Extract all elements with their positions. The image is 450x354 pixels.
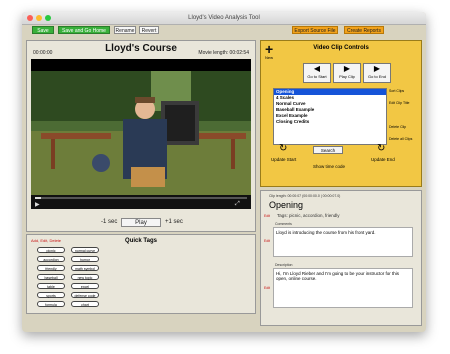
video-clip-controls-panel: + New Video Clip Controls ◀ Go to Start … [260, 40, 422, 187]
export-source-file-button[interactable]: Export Source File [292, 26, 338, 34]
video-panel: Lloyd's Course 00:00:00 Movie length: 00… [26, 40, 256, 232]
description-field[interactable]: Hi, I'm Lloyd Rieber and I'm going to be… [273, 268, 413, 308]
arrow-right-icon: ▶ [373, 64, 381, 73]
show-time-code-toggle[interactable]: Show time code [313, 164, 345, 169]
clip-list[interactable]: Opening 4 Scales Normal Curve Baseball E… [273, 88, 387, 145]
toolbar: Save Save and Go Home Rename Revert Expo… [26, 26, 422, 36]
edit-description-link[interactable]: Edit [264, 286, 270, 290]
quick-tag-button[interactable]: chart [71, 301, 99, 307]
title-bar: Lloyd's Video Analysis Tool [22, 12, 426, 25]
play-clip-label: Play Clip [339, 74, 355, 79]
clip-tags: Tags: picnic, accordion, friendly [277, 213, 340, 218]
video-timestamp: 00:00:00 [33, 50, 53, 56]
quick-tag-button[interactable]: normal curve [71, 247, 99, 253]
video-frame [31, 71, 251, 195]
movie-length: Movie length: 00:02:54 [198, 50, 249, 56]
delete-all-clips-button[interactable]: Delete all Clips [389, 137, 412, 141]
revert-button[interactable]: Revert [139, 26, 159, 34]
arrow-left-icon: ◀ [313, 64, 321, 73]
play-clip-icon: ▶ [343, 64, 351, 73]
go-to-end-label: Go to End [367, 74, 386, 79]
description-label: Description [275, 263, 293, 267]
video-controls: ▶ ⤢ [31, 195, 251, 209]
update-start-icon[interactable]: ↻ [279, 143, 287, 154]
edit-clip-title-button[interactable]: Edit Clip Title [389, 101, 409, 105]
quick-tag-button[interactable]: excel [71, 283, 99, 289]
save-and-go-home-button[interactable]: Save and Go Home [58, 26, 110, 34]
clip-title: Opening [269, 200, 304, 210]
clip-length: Clip length: 00:00:07 (00:00:00.0 | 00:0… [269, 194, 341, 198]
update-start-button[interactable]: Update Start [271, 157, 296, 162]
go-to-start-button[interactable]: ◀ Go to Start [303, 63, 331, 83]
close-window-button[interactable] [27, 15, 33, 21]
quick-tag-button[interactable]: table [37, 283, 65, 289]
comments-label: Comments [275, 222, 292, 226]
edit-comments-link[interactable]: Edit [264, 239, 270, 243]
rename-button[interactable]: Rename [114, 26, 136, 34]
quick-tags-header: Quick Tags [125, 238, 157, 244]
clip-list-item[interactable]: Closing Credits [274, 119, 386, 125]
quick-tag-button[interactable]: baseball [37, 274, 65, 280]
edit-tags-link[interactable]: Edit [264, 214, 270, 218]
quick-tag-button[interactable]: friendly [37, 265, 65, 271]
minimize-window-button[interactable] [36, 15, 42, 21]
window-title: Lloyd's Video Analysis Tool [188, 15, 260, 21]
app-window: Lloyd's Video Analysis Tool Save Save an… [22, 12, 426, 332]
new-clip-label: New [265, 55, 274, 60]
plus-one-second-button[interactable]: +1 sec [165, 219, 183, 225]
search-button[interactable]: Search [313, 146, 343, 154]
quick-tag-button[interactable]: math symbol [71, 265, 99, 271]
quick-tag-button[interactable]: formula [37, 301, 65, 307]
quick-tag-button[interactable]: picnic [37, 247, 65, 253]
quick-tag-button[interactable]: humor [71, 256, 99, 262]
quick-tag-button[interactable]: sports [37, 292, 65, 298]
quick-tag-button[interactable]: accordion [37, 256, 65, 262]
video-player[interactable]: ▶ ⤢ [31, 59, 251, 209]
seek-progress [35, 197, 41, 199]
minus-one-second-button[interactable]: -1 sec [101, 219, 117, 225]
play-button[interactable]: Play [121, 218, 161, 227]
create-reports-button[interactable]: Create Reports [344, 26, 384, 34]
play-clip-button[interactable]: ▶ Play Clip [333, 63, 361, 83]
update-end-icon[interactable]: ↻ [377, 143, 385, 154]
seek-bar[interactable] [35, 197, 247, 199]
zoom-window-button[interactable] [45, 15, 51, 21]
comments-field[interactable]: Lloyd is introducing the course from his… [273, 227, 413, 257]
play-icon[interactable]: ▶ [35, 201, 40, 208]
quick-tag-button[interactable]: new topic [71, 274, 99, 280]
go-to-start-label: Go to Start [307, 74, 327, 79]
tags-edit-link[interactable]: Add, Edit, Delete [31, 238, 61, 243]
quick-tag-button[interactable]: defense code [71, 292, 99, 298]
playback-row: -1 sec Play +1 sec [27, 218, 255, 228]
clip-controls-header: Video Clip Controls [313, 45, 369, 51]
delete-clip-button[interactable]: Delete Clip [389, 125, 406, 129]
update-end-button[interactable]: Update End [371, 157, 395, 162]
quick-tags-panel: Quick Tags Add, Edit, Delete picnic norma… [26, 234, 256, 314]
clip-detail-panel: Clip length: 00:00:07 (00:00:00.0 | 00:0… [260, 190, 422, 326]
fullscreen-icon[interactable]: ⤢ [235, 201, 240, 208]
go-to-end-button[interactable]: ▶ Go to End [363, 63, 391, 83]
sort-clips-button[interactable]: Sort Clips [389, 89, 404, 93]
save-button[interactable]: Save [32, 26, 54, 34]
